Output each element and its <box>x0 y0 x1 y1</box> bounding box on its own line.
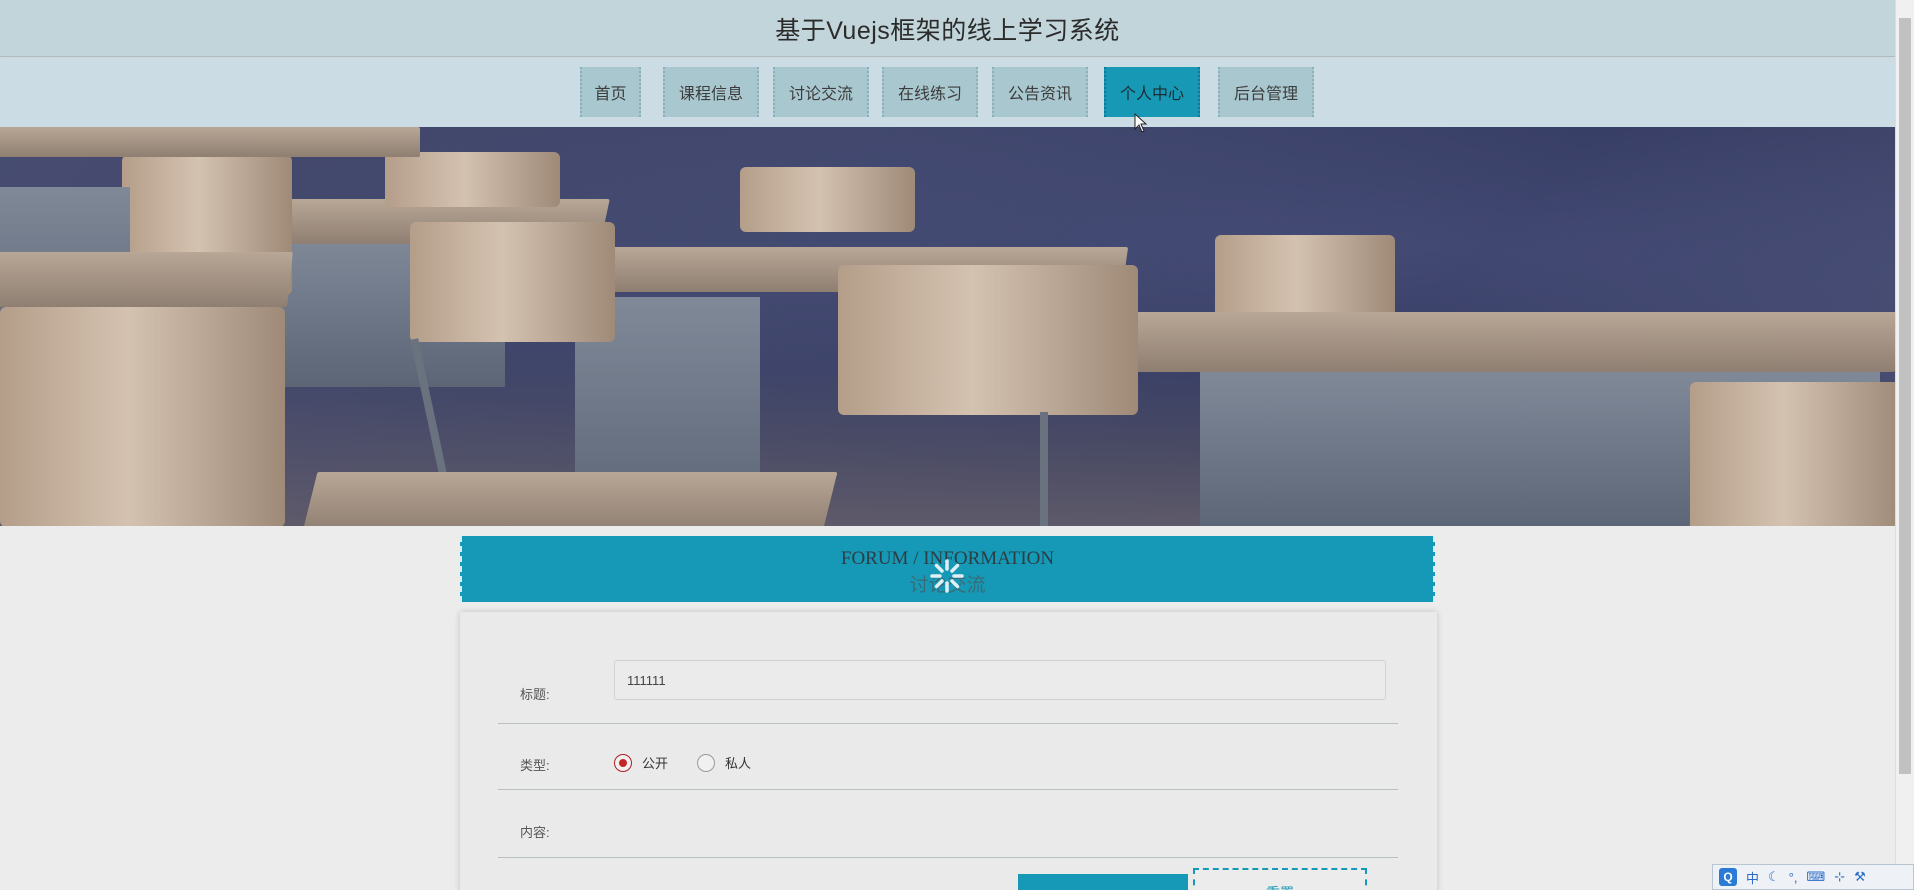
ime-logo-icon[interactable]: Q <box>1719 868 1737 886</box>
wrench-icon[interactable]: ⚒ <box>1854 869 1866 885</box>
ime-mode-toggle[interactable]: 中 <box>1746 868 1759 887</box>
radio-checked-icon <box>614 753 632 772</box>
scrollbar-thumb[interactable] <box>1899 18 1911 774</box>
nav-item-practice[interactable]: 在线练习 <box>882 67 978 117</box>
content-label: 内容: <box>520 825 550 840</box>
moon-icon[interactable]: ☾ <box>1768 869 1780 885</box>
page-scrollbar[interactable] <box>1895 0 1914 890</box>
nav-item-home[interactable]: 首页 <box>580 67 641 117</box>
radio-private[interactable]: 私人 <box>697 753 751 772</box>
site-title: 基于Vuejs框架的线上学习系统 <box>775 17 1120 45</box>
title-label: 标题: <box>520 687 550 702</box>
type-label: 类型: <box>520 758 550 773</box>
reset-button[interactable]: 重置 <box>1193 868 1367 890</box>
keyboard-icon[interactable]: ⌨ <box>1806 869 1825 885</box>
loading-spinner-icon <box>930 559 964 593</box>
submit-button[interactable] <box>1018 874 1188 890</box>
nav-item-admin[interactable]: 后台管理 <box>1218 67 1314 117</box>
main-nav: 首页 课程信息 讨论交流 在线练习 公告资讯 个人中心 后台管理 <box>0 58 1895 127</box>
punctuation-icon[interactable]: °, <box>1789 870 1798 885</box>
nav-item-profile[interactable]: 个人中心 <box>1104 67 1200 117</box>
title-row: 标题: <box>498 660 1398 724</box>
forum-post-form: 标题: 类型: 公开 私人 内容: 重置 <box>460 612 1437 890</box>
nav-item-forum[interactable]: 讨论交流 <box>773 67 869 117</box>
content-row: 内容: <box>498 790 1398 858</box>
radio-public-label: 公开 <box>642 756 669 771</box>
page: 基于Vuejs框架的线上学习系统 首页 课程信息 讨论交流 在线练习 公告资讯 … <box>0 0 1895 890</box>
ime-toolbar: Q 中 ☾ °, ⌨ ⊹ ⚒ <box>1712 864 1914 890</box>
site-header: 基于Vuejs框架的线上学习系统 <box>0 0 1895 57</box>
radio-unchecked-icon <box>697 753 715 772</box>
nav-item-news[interactable]: 公告资讯 <box>992 67 1088 117</box>
fullwidth-icon[interactable]: ⊹ <box>1834 869 1845 885</box>
type-row: 类型: 公开 私人 <box>498 724 1398 790</box>
banner-image <box>0 127 1895 526</box>
nav-item-courses[interactable]: 课程信息 <box>663 67 759 117</box>
radio-private-label: 私人 <box>725 756 752 771</box>
radio-public[interactable]: 公开 <box>614 753 668 772</box>
title-input[interactable] <box>614 660 1386 700</box>
mouse-cursor-icon <box>1134 113 1148 133</box>
